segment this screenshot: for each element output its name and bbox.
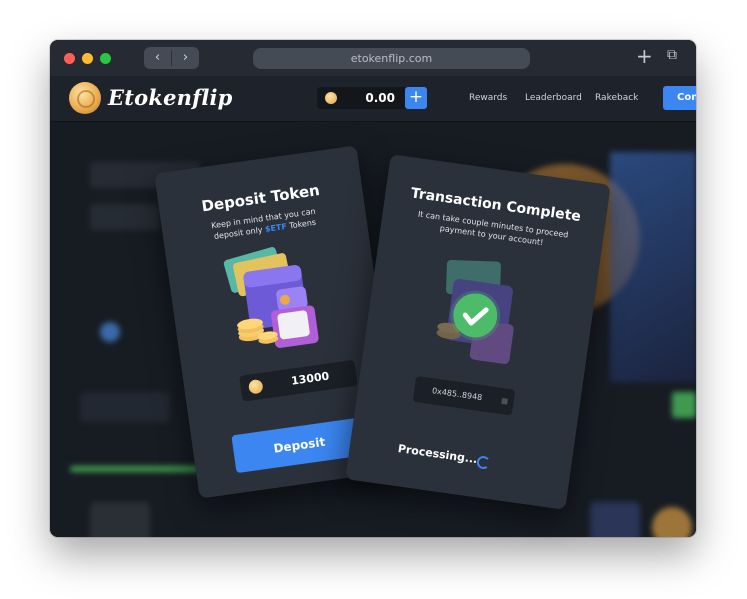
add-funds-button[interactable]: + <box>405 87 427 109</box>
logo-coin-icon <box>69 82 101 114</box>
minimize-window-button[interactable] <box>82 53 93 64</box>
deposit-amount-value: 13000 <box>290 369 331 388</box>
nav-rewards[interactable]: Rewards <box>469 89 507 107</box>
blurred-tile <box>590 502 640 537</box>
balance-value: 0.00 <box>365 91 395 105</box>
address-bar[interactable]: etokenflip.com <box>253 48 530 69</box>
deposit-amount-field[interactable]: 13000 <box>239 359 358 402</box>
coin-icon <box>325 92 337 104</box>
nav-rakeback[interactable]: Rakeback <box>595 89 638 107</box>
token-symbol: $ETF <box>264 221 288 234</box>
browser-titlebar: ‹ › etokenflip.com + ⧉ <box>50 40 696 76</box>
nav-leaderboard[interactable]: Leaderboard <box>525 89 582 107</box>
site-header: Etokenflip 0.00 + Rewards Leaderboard Ra… <box>50 76 696 122</box>
blurred-headline <box>90 204 160 230</box>
transaction-hash-value: 0x485..8948 <box>431 386 483 403</box>
coin-icon <box>247 378 264 395</box>
brand-logo[interactable]: Etokenflip <box>108 85 233 110</box>
transaction-complete-card: Transaction Complete It can take couple … <box>345 154 611 510</box>
back-icon[interactable]: ‹ <box>144 47 171 69</box>
new-tab-icon[interactable]: + <box>636 44 653 68</box>
spinner-icon <box>476 455 491 470</box>
transaction-hash-field[interactable]: 0x485..8948 <box>412 375 516 416</box>
blurred-banner <box>610 152 696 382</box>
blurred-icon <box>100 322 120 342</box>
forward-icon[interactable]: › <box>172 47 199 69</box>
maximize-window-button[interactable] <box>100 53 111 64</box>
blurred-progress <box>70 466 200 472</box>
success-check-icon <box>450 290 501 341</box>
blurred-button <box>672 392 696 418</box>
blurred-coin <box>652 507 692 537</box>
connect-wallet-button[interactable]: Con <box>663 86 696 110</box>
tabs-overview-icon[interactable]: ⧉ <box>667 47 677 63</box>
close-window-button[interactable] <box>64 53 75 64</box>
wallet-illustration-icon <box>223 247 319 348</box>
blurred-input <box>80 392 170 422</box>
blurred-tile <box>90 502 150 537</box>
copy-icon[interactable] <box>501 397 508 405</box>
history-nav: ‹ › <box>144 47 199 69</box>
processing-status: Processing... <box>397 442 479 467</box>
